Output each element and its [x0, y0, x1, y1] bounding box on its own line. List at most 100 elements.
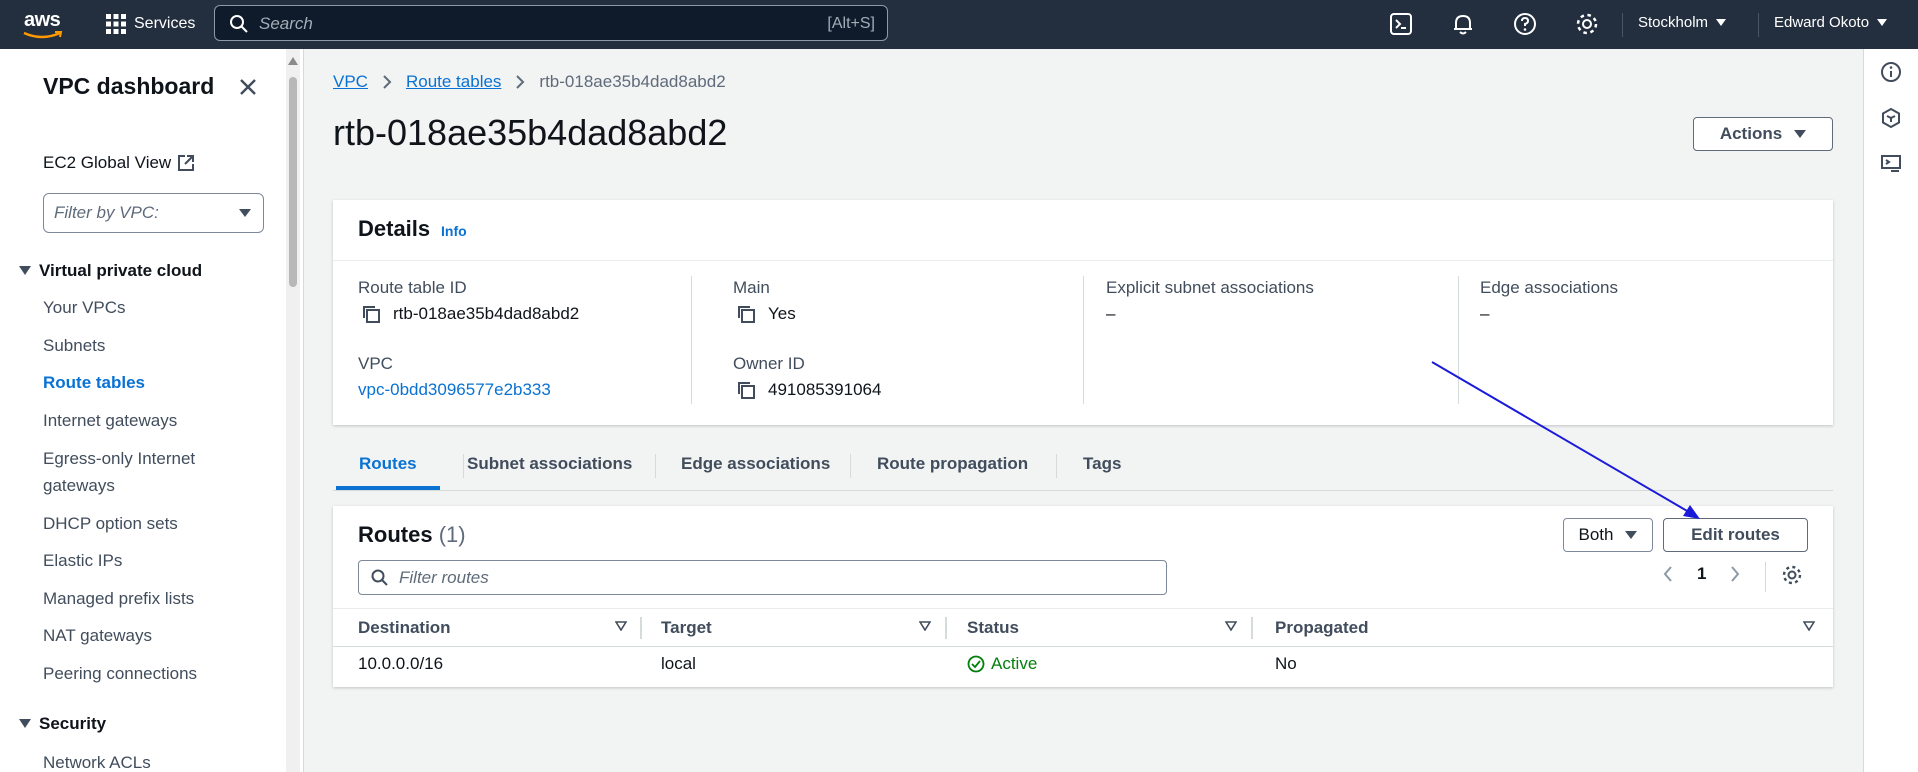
sidebar-item-dhcp-option-sets[interactable]: DHCP option sets [43, 510, 178, 537]
help-icon[interactable] [1512, 11, 1538, 37]
sort-icon[interactable] [615, 621, 627, 631]
services-label: Services [134, 15, 196, 32]
pagination-divider [1765, 562, 1766, 592]
divider [333, 260, 1833, 261]
breadcrumb: VPC Route tables rtb-018ae35b4dad8abd2 [333, 72, 726, 92]
pagination: 1 [1663, 564, 1740, 584]
services-menu[interactable]: Services [106, 12, 195, 36]
section-virtual-private-cloud[interactable]: Virtual private cloud [19, 261, 202, 281]
copy-icon[interactable] [736, 380, 756, 400]
explicit-subnet-associations-value: – [1106, 304, 1116, 323]
sidebar-title[interactable]: VPC dashboard [43, 73, 214, 100]
tab-edge-associations[interactable]: Edge associations [681, 454, 830, 474]
sidebar-item-route-tables[interactable]: Route tables [43, 369, 145, 396]
info-icon[interactable] [1880, 61, 1902, 83]
breadcrumb-current: rtb-018ae35b4dad8abd2 [539, 72, 726, 91]
caret-down-icon [1716, 18, 1727, 26]
resource-hexagon-icon[interactable] [1880, 107, 1902, 129]
cell-propagated: No [1275, 654, 1297, 673]
sidebar-item-nat-gateways[interactable]: NAT gateways [43, 622, 152, 649]
section-security[interactable]: Security [19, 714, 106, 734]
column-header-target[interactable]: Target [661, 618, 712, 638]
sort-icon[interactable] [919, 621, 931, 631]
sidebar-item-your-vpcs[interactable]: Your VPCs [43, 294, 126, 321]
caret-down-icon [1794, 129, 1807, 138]
sidebar-scrollbar[interactable] [286, 49, 300, 772]
info-link[interactable]: Info [441, 223, 467, 239]
column-divider [691, 276, 692, 404]
account-menu[interactable]: Edward Okoto [1774, 14, 1888, 31]
sidebar-item-subnets[interactable]: Subnets [43, 332, 105, 359]
cell-target: local [661, 654, 696, 673]
sidebar-item-internet-gateways[interactable]: Internet gateways [43, 407, 177, 434]
breadcrumb-vpc[interactable]: VPC [333, 72, 368, 92]
route-filter-select[interactable]: Both [1563, 518, 1653, 552]
caret-down-icon [1877, 18, 1888, 26]
sidebar-item-managed-prefix-lists[interactable]: Managed prefix lists [43, 585, 194, 612]
sidebar-item-elastic-ips[interactable]: Elastic IPs [43, 547, 122, 574]
scroll-up-icon[interactable] [288, 57, 298, 65]
tab-tags[interactable]: Tags [1083, 454, 1121, 474]
tab-route-propagation[interactable]: Route propagation [877, 454, 1028, 474]
column-header-destination[interactable]: Destination [358, 618, 451, 638]
sidebar-item-egress-only-internet-gateways[interactable]: Egress-only Internet gateways [43, 445, 243, 499]
feedback-icon[interactable] [1880, 153, 1902, 175]
copy-icon[interactable] [361, 304, 381, 324]
sort-icon[interactable] [1225, 621, 1237, 631]
region-selector[interactable]: Stockholm [1638, 14, 1727, 31]
column-header-propagated[interactable]: Propagated [1275, 618, 1369, 638]
route-filter-value: Both [1578, 525, 1614, 544]
route-table-id-label: Route table ID [358, 278, 467, 297]
vpc-label: VPC [358, 354, 393, 373]
tab-routes[interactable]: Routes [359, 454, 417, 474]
vpc-filter-placeholder: Filter by VPC: [54, 203, 159, 222]
cloudshell-icon[interactable] [1388, 11, 1414, 37]
chevron-left-icon[interactable] [1663, 566, 1673, 582]
chevron-right-icon [516, 75, 525, 89]
table-header-row: Destination Target Status Propagated [333, 608, 1833, 647]
close-icon[interactable] [236, 75, 260, 99]
scrollbar-thumb[interactable] [289, 77, 297, 287]
chevron-right-icon[interactable] [1730, 566, 1740, 582]
cell-status: Active [967, 654, 1037, 674]
column-divider[interactable] [1251, 617, 1253, 639]
active-tab-indicator [336, 486, 440, 490]
region-label: Stockholm [1638, 14, 1709, 31]
copy-icon[interactable] [736, 304, 756, 324]
tab-bar: Routes Subnet associations Edge associat… [333, 444, 1833, 491]
vpc-link[interactable]: vpc-0bdd3096577e2b333 [358, 380, 551, 400]
search-icon [230, 15, 248, 33]
owner-id-text: 491085391064 [768, 380, 882, 399]
edit-routes-button[interactable]: Edit routes [1663, 518, 1808, 552]
main-text: Yes [768, 304, 796, 323]
breadcrumb-route-tables[interactable]: Route tables [406, 72, 501, 92]
column-divider[interactable] [945, 617, 947, 639]
bell-icon[interactable] [1450, 11, 1476, 37]
gear-icon[interactable] [1574, 11, 1600, 37]
tab-subnet-associations[interactable]: Subnet associations [467, 454, 632, 474]
nav-divider [1758, 13, 1759, 37]
main-value: Yes [736, 304, 796, 324]
sort-icon[interactable] [1803, 621, 1815, 631]
routes-title: Routes [358, 522, 433, 547]
ec2-global-view-link[interactable]: EC2 Global View [43, 153, 195, 173]
sidebar-item-peering-connections[interactable]: Peering connections [43, 660, 197, 687]
routes-panel: Routes (1) Both Edit routes Filter route… [333, 506, 1833, 687]
owner-id-value: 491085391064 [736, 380, 881, 400]
user-name: Edward Okoto [1774, 14, 1870, 31]
top-navigation: aws Services Search [Alt+S] Stockholm Ed… [0, 0, 1918, 49]
vpc-filter-select[interactable]: Filter by VPC: [43, 193, 264, 233]
column-header-status[interactable]: Status [967, 618, 1019, 638]
filter-routes-input[interactable]: Filter routes [358, 560, 1167, 595]
search-input[interactable]: Search [Alt+S] [214, 5, 888, 41]
column-divider[interactable] [640, 617, 642, 639]
actions-button[interactable]: Actions [1693, 117, 1833, 151]
page-number[interactable]: 1 [1697, 564, 1706, 584]
settings-gear-icon[interactable] [1781, 564, 1803, 586]
aws-logo[interactable]: aws [22, 8, 66, 40]
sidebar-item-network-acls[interactable]: Network ACLs [43, 749, 151, 772]
edge-associations-label: Edge associations [1480, 278, 1618, 297]
column-divider [1458, 276, 1459, 404]
main-label: Main [733, 278, 770, 297]
caret-down-icon [19, 719, 31, 728]
